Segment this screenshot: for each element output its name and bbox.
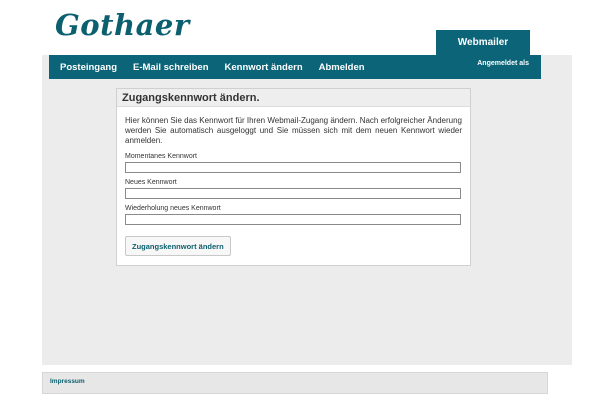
panel-title: Zugangskennwort ändern. (117, 89, 470, 107)
nav-item-email-schreiben[interactable]: E-Mail schreiben (133, 62, 209, 73)
repeat-password-field[interactable] (125, 214, 461, 225)
gothaer-logo: Gothaer (55, 8, 190, 42)
nav-item-posteingang[interactable]: Posteingang (60, 62, 117, 73)
login-status: Angemeldet als (477, 60, 529, 67)
webmailer-tab: Webmailer (436, 30, 530, 55)
repeat-password-label: Wiederholung neues Kennwort (125, 205, 221, 212)
main-nav: Posteingang E-Mail schreiben Kennwort än… (49, 55, 541, 79)
impressum-link[interactable]: Impressum (50, 378, 85, 385)
intro-text: Hier können Sie das Kennwort für Ihren W… (125, 116, 462, 145)
new-password-label: Neues Kennwort (125, 179, 177, 186)
footer: Impressum (42, 372, 548, 394)
panel-body: Hier können Sie das Kennwort für Ihren W… (117, 107, 470, 256)
current-password-label: Momentanes Kennwort (125, 153, 197, 160)
new-password-field[interactable] (125, 188, 461, 199)
nav-item-abmelden[interactable]: Abmelden (319, 62, 365, 73)
change-password-panel: Zugangskennwort ändern. Hier können Sie … (116, 88, 471, 266)
change-password-button[interactable]: Zugangskennwort ändern (125, 236, 231, 256)
nav-item-kennwort-aendern[interactable]: Kennwort ändern (225, 62, 303, 73)
current-password-field[interactable] (125, 162, 461, 173)
